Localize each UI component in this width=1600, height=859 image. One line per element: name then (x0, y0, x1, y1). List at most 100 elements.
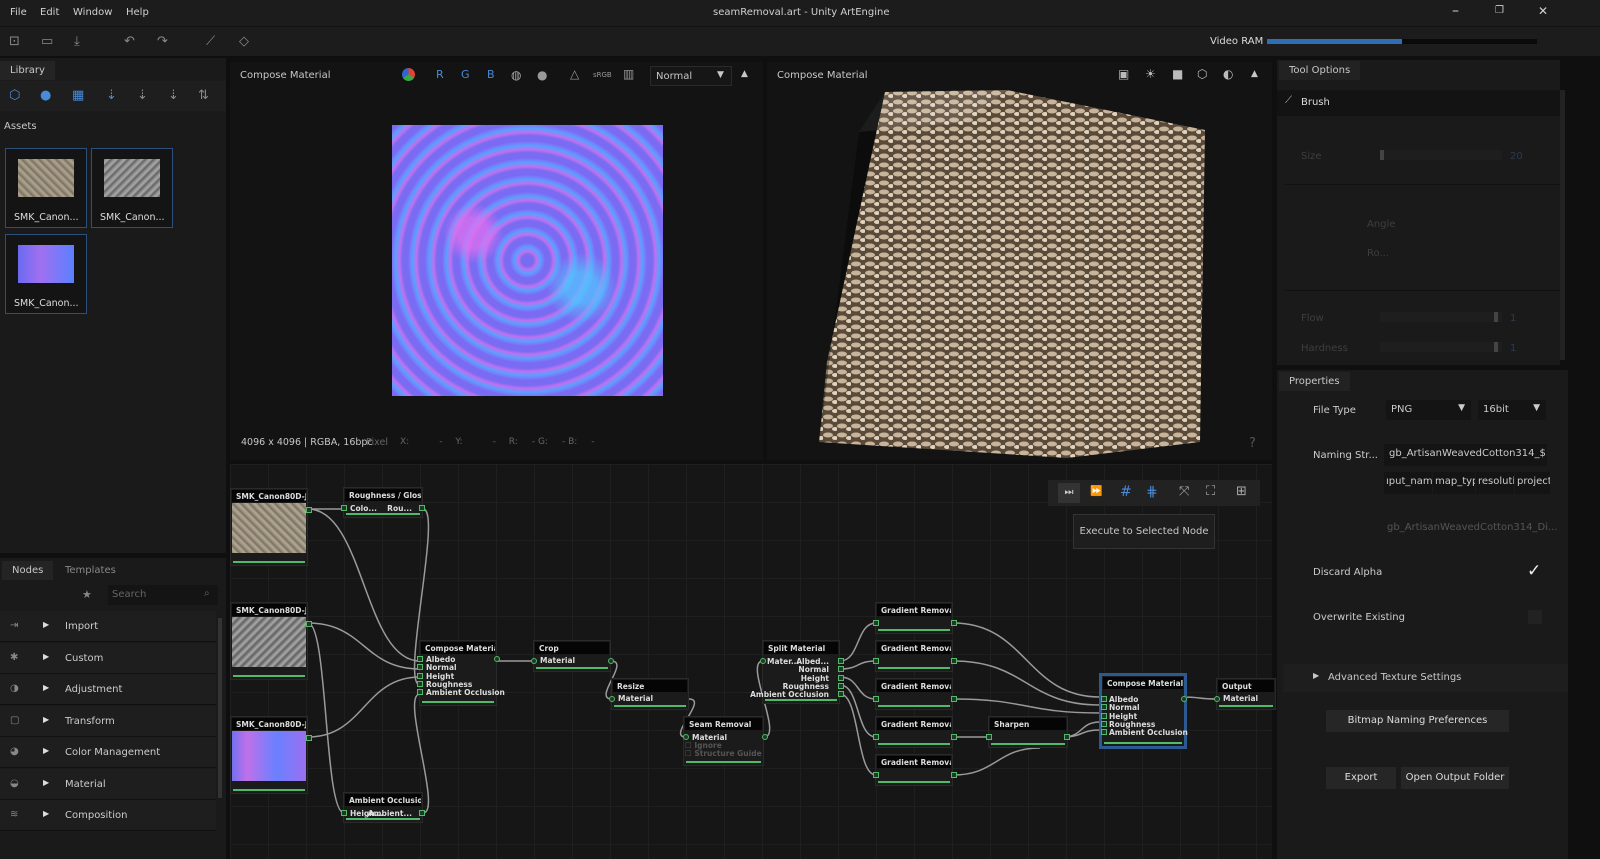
node-port[interactable] (1101, 712, 1107, 719)
grid-icon[interactable]: # (1120, 484, 1132, 500)
crop-node[interactable]: Crop Material (531, 640, 614, 672)
add-comment-icon[interactable]: ⊞ (1236, 484, 1247, 499)
node-port[interactable] (951, 772, 957, 778)
help-icon[interactable]: ? (1249, 436, 1256, 451)
node-port[interactable] (760, 658, 766, 664)
maximize-icon[interactable]: ❐ (1495, 5, 1504, 16)
token-resolution[interactable]: resolutio (1476, 472, 1514, 494)
node-category[interactable]: ◑ ▶ Adjustment (0, 674, 216, 705)
tab-properties[interactable]: Properties (1279, 372, 1350, 391)
output-node[interactable]: Output Material (1214, 678, 1276, 710)
asset-thumbnail[interactable]: SMK_Canon... (5, 148, 87, 228)
menu-help[interactable]: Help (126, 7, 149, 18)
node-port[interactable] (838, 658, 844, 664)
node-port[interactable] (341, 505, 347, 511)
node-port[interactable] (1101, 720, 1107, 727)
node-port[interactable] (838, 674, 844, 681)
node-port[interactable] (873, 696, 879, 702)
sort-date-icon[interactable]: ⇣ (168, 88, 179, 103)
tab-library[interactable]: Library (0, 61, 55, 80)
node-category[interactable]: ◒ ▶ Material (0, 768, 216, 800)
node-category[interactable]: ◕ ▶ Color Management (0, 737, 216, 768)
new-project-icon[interactable]: ⊡ (9, 34, 20, 49)
node-port[interactable] (417, 689, 423, 696)
open-output-folder-button[interactable]: Open Output Folder (1401, 767, 1509, 789)
resize-node[interactable]: Resize Material (609, 678, 689, 710)
image-node[interactable]: SMK_Canon80D-JPEG (230, 602, 312, 680)
node-port[interactable] (951, 620, 957, 626)
alpha-icon[interactable]: ◍ (511, 68, 521, 82)
node-port[interactable] (341, 810, 347, 816)
menu-window[interactable]: Window (73, 7, 112, 18)
execute-all-icon[interactable]: ⏩ (1090, 486, 1102, 497)
image-node[interactable]: SMK_Canon80D-JPEG (230, 716, 312, 794)
tile-icon[interactable]: ▥ (623, 67, 634, 81)
snap-grid-icon[interactable]: ⋕ (1146, 484, 1158, 500)
node-port[interactable] (417, 680, 423, 687)
gradient-removal-node[interactable]: Gradient Removal (873, 754, 957, 786)
node-port[interactable] (419, 505, 425, 511)
collapse-nodes-icon[interactable]: ⤧ (1179, 484, 1189, 499)
sharpen-node[interactable]: Sharpen (986, 716, 1070, 748)
advanced-texture-settings[interactable]: ▶ Advanced Texture Settings (1283, 664, 1568, 692)
collapse-up-icon[interactable]: ▲ (741, 69, 748, 79)
node-port[interactable] (417, 664, 423, 671)
sort-type-icon[interactable]: ⇣ (137, 88, 148, 103)
bit-depth-dropdown[interactable]: 16bit ▼ (1478, 400, 1546, 420)
node-category[interactable]: ⇥ ▶ Import (0, 611, 216, 642)
node-port[interactable] (683, 734, 689, 740)
roughness-gloss-node[interactable]: Roughness / Gloss.. Colo... Rou... (341, 487, 425, 518)
hardness-slider[interactable] (1380, 342, 1502, 352)
node-port[interactable] (417, 672, 423, 679)
node-port[interactable] (306, 621, 312, 627)
node-graph[interactable]: ⏭ ⏩ # ⋕ ⤧ ⛶ ⊞ Execute to Selected Node S… (230, 464, 1276, 859)
node-port[interactable] (1101, 704, 1107, 711)
token-input-name[interactable]: ıput_nam (1384, 472, 1432, 494)
tab-templates[interactable]: Templates (55, 561, 126, 580)
srgb-toggle[interactable]: sRGB (593, 71, 612, 79)
eraser-icon[interactable]: ◇ (239, 34, 249, 49)
tab-tool-options[interactable]: Tool Options (1279, 61, 1361, 80)
node-port[interactable] (838, 682, 844, 689)
image-node[interactable]: SMK_Canon80D-JPEG (230, 488, 312, 566)
node-port[interactable] (1181, 696, 1187, 702)
favorite-star-icon[interactable]: ★ (82, 588, 92, 601)
node-port[interactable] (838, 691, 844, 698)
node-port[interactable] (306, 507, 312, 513)
node-port[interactable] (1101, 729, 1107, 736)
minimize-icon[interactable]: – (1452, 3, 1459, 19)
node-port[interactable] (873, 734, 879, 740)
node-category[interactable]: ✱ ▶ Custom (0, 642, 216, 674)
scrollbar[interactable] (1560, 90, 1565, 360)
asset-thumbnail[interactable]: SMK_Canon... (5, 234, 87, 314)
node-port[interactable] (986, 734, 992, 740)
compose-material-node-selected[interactable]: Compose Material Albedo Normal Height Roughn… (1099, 673, 1188, 749)
node-category[interactable]: ≋ ▶ Composition (0, 800, 216, 831)
export-button[interactable]: Export (1326, 767, 1396, 789)
sort-az-icon[interactable]: ⇣ (106, 88, 117, 103)
discard-alpha-checkbox[interactable]: ✓ (1527, 561, 1541, 581)
frame-all-icon[interactable]: ⛶ (1206, 484, 1215, 499)
compose-material-node[interactable]: Compose Material Albedo Normal Height Roughn… (417, 640, 505, 706)
node-port[interactable] (306, 735, 312, 741)
node-port[interactable] (609, 696, 615, 702)
sort-direction-icon[interactable]: ⇅ (198, 88, 209, 103)
node-port[interactable] (1064, 734, 1070, 740)
gradient-removal-node[interactable]: Gradient Removal (873, 678, 957, 710)
split-material-node[interactable]: Split Material Mater... Albed... Normal Heig… (750, 640, 844, 704)
structure-guide-checkbox[interactable]: ☐ Structure Guide (685, 750, 762, 758)
gradient-removal-node[interactable]: Gradient Removal (873, 602, 957, 634)
node-port[interactable] (419, 810, 425, 816)
node-port[interactable] (873, 772, 879, 778)
file-type-dropdown[interactable]: PNG ▼ (1386, 400, 1471, 420)
brush-icon[interactable]: ⟋ (206, 34, 215, 49)
node-port[interactable] (417, 656, 423, 662)
size-slider[interactable] (1380, 150, 1502, 160)
asset-thumbnail[interactable]: SMK_Canon... (91, 148, 173, 228)
ambient-occlusion-node[interactable]: Ambient Occlusion.Heigh...Ambient... (341, 792, 425, 823)
channel-g[interactable]: G (461, 68, 470, 81)
close-icon[interactable]: ✕ (1538, 4, 1548, 18)
execute-to-selected-icon[interactable]: ⏭ (1058, 483, 1080, 503)
viewport-2d[interactable]: Compose Material R G B ◍ ● △ sRGB ▥ Norm… (230, 62, 763, 460)
seam-removal-node[interactable]: Seam Removal Material ☐ Ignore ☐ Structure … (683, 716, 768, 766)
